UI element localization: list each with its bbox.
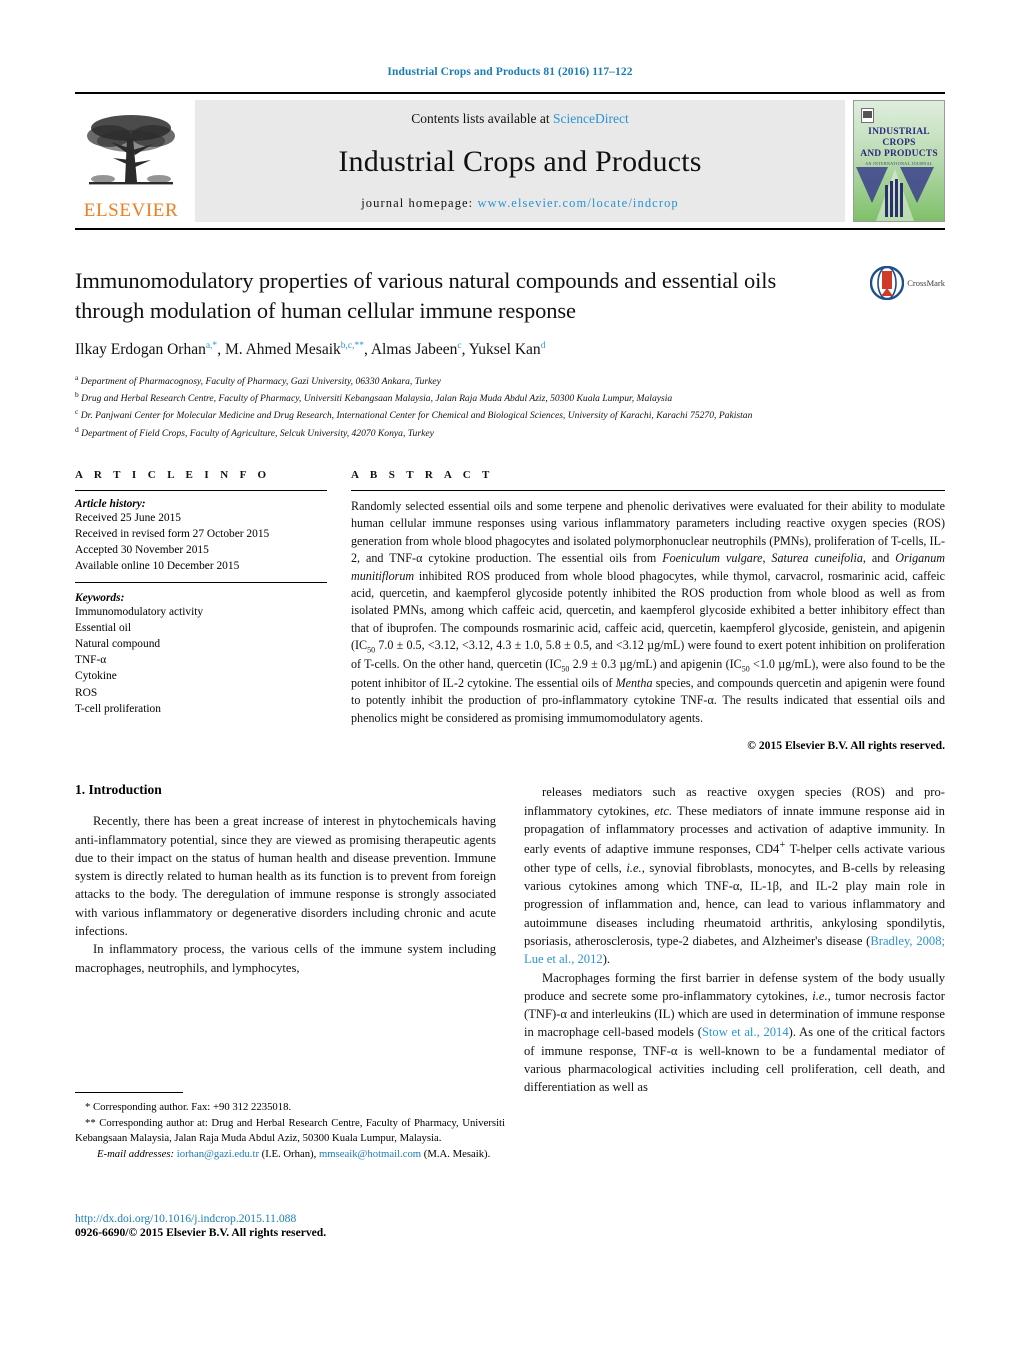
- issn-copyright: 0926-6690/© 2015 Elsevier B.V. All right…: [75, 1226, 327, 1239]
- affiliation-text-c: Dr. Panjwani Center for Molecular Medici…: [80, 410, 753, 422]
- abstract-copyright: © 2015 Elsevier B.V. All rights reserved…: [747, 739, 945, 753]
- body-column-right: releases mediators such as reactive oxyg…: [524, 782, 945, 1097]
- title-block: Immunomodulatory properties of various n…: [75, 266, 945, 360]
- history-received: Received 25 June 2015: [75, 511, 181, 524]
- keywords-label: Keywords:: [75, 591, 125, 604]
- footnote-rule: [75, 1092, 183, 1093]
- affiliation-marker-d: d: [75, 424, 79, 434]
- article-body: 1. Introduction Recently, there has been…: [75, 782, 945, 1097]
- keyword-item: T-cell proliferation: [75, 702, 161, 715]
- affiliation-d: d Department of Field Crops, Faculty of …: [75, 424, 945, 441]
- affiliation-marker-b: b: [75, 389, 79, 399]
- affiliation-c: c Dr. Panjwani Center for Molecular Medi…: [75, 406, 945, 423]
- keyword-item: TNF-α: [75, 654, 107, 667]
- affiliation-b: b Drug and Herbal Research Centre, Facul…: [75, 389, 945, 406]
- homepage-url-link[interactable]: www.elsevier.com/locate/indcrop: [478, 196, 679, 210]
- intro-paragraph-3: releases mediators such as reactive oxyg…: [524, 785, 946, 967]
- body-column-left: 1. Introduction Recently, there has been…: [75, 782, 496, 1097]
- masthead-center-panel: Contents lists available at ScienceDirec…: [195, 100, 845, 222]
- abstract-column: A B S T R A C T Randomly selected essent…: [351, 469, 945, 752]
- article-info-mid-rule: [75, 581, 327, 583]
- abstract-top-rule: [351, 489, 945, 491]
- affiliation-marker-a: a: [75, 372, 79, 382]
- elsevier-tree-icon: [87, 115, 175, 185]
- elsevier-wordmark: ELSEVIER: [83, 200, 179, 221]
- elsevier-logo: ELSEVIER: [75, 100, 187, 222]
- corresponding-author-note-1: * Corresponding author. Fax: +90 312 223…: [85, 1101, 292, 1113]
- email-link-orhan[interactable]: iorhan@gazi.edu.tr: [177, 1148, 259, 1160]
- sciencedirect-link[interactable]: ScienceDirect: [553, 111, 629, 126]
- affiliation-text-d: Department of Field Crops, Faculty of Ag…: [81, 427, 434, 439]
- article-history-label: Article history:: [75, 497, 146, 510]
- affiliation-text-b: Drug and Herbal Research Centre, Faculty…: [81, 393, 673, 405]
- cover-title-line1: INDUSTRIAL CROPS: [868, 127, 930, 148]
- cover-badge-icon: [861, 108, 874, 123]
- footnote-block: * Corresponding author. Fax: +90 312 223…: [75, 1092, 505, 1163]
- masthead-bottom-rule: [75, 228, 945, 230]
- contents-available-line: Contents lists available at ScienceDirec…: [411, 111, 628, 127]
- journal-masthead: ELSEVIER Contents lists available at Sci…: [75, 92, 945, 222]
- article-info-heading: A R T I C L E I N F O: [75, 468, 271, 481]
- email-link-mesaik[interactable]: mmseaik@hotmail.com: [319, 1148, 421, 1160]
- keyword-item: Immunomodulatory activity: [75, 605, 204, 618]
- crossmark-icon: [870, 266, 905, 300]
- keyword-item: Essential oil: [75, 621, 131, 634]
- doi-block: http://dx.doi.org/10.1016/j.indcrop.2015…: [75, 1212, 515, 1239]
- intro-paragraph-1: Recently, there has been a great increas…: [75, 814, 496, 939]
- intro-paragraph-4: Macrophages forming the first barrier in…: [524, 970, 945, 1095]
- contents-prefix: Contents lists available at: [411, 111, 553, 126]
- history-accepted: Accepted 30 November 2015: [75, 544, 209, 557]
- intro-paragraph-2: In inflammatory process, the various cel…: [75, 942, 496, 975]
- cover-artwork: [856, 167, 934, 221]
- running-head: Industrial Crops and Products 81 (2016) …: [387, 66, 633, 78]
- history-online: Available online 10 December 2015: [75, 560, 240, 573]
- abstract-heading: A B S T R A C T: [351, 468, 494, 481]
- email-label: E-mail addresses:: [97, 1147, 175, 1160]
- cover-title-line2: AND PRODUCTS: [860, 148, 938, 159]
- crossmark-label: CrossMark: [907, 278, 945, 288]
- affiliation-text-a: Department of Pharmacognosy, Faculty of …: [80, 375, 441, 387]
- journal-homepage-line: journal homepage: www.elsevier.com/locat…: [361, 196, 679, 211]
- email-note: E-mail addresses: iorhan@gazi.edu.tr (I.…: [75, 1147, 505, 1163]
- corresponding-author-note-2: ** Corresponding author at: Drug and Her…: [75, 1116, 505, 1145]
- article-info-column: A R T I C L E I N F O Article history: R…: [75, 469, 327, 752]
- info-and-abstract: A R T I C L E I N F O Article history: R…: [75, 469, 945, 752]
- journal-title: Industrial Crops and Products: [338, 144, 702, 178]
- keyword-item: Cytokine: [75, 670, 117, 683]
- abstract-text: Randomly selected essential oils and som…: [351, 498, 946, 725]
- email-owner-mesaik: (M.A. Mesaik).: [423, 1147, 491, 1160]
- journal-article-page: Industrial Crops and Products 81 (2016) …: [0, 0, 1020, 1351]
- homepage-label: journal homepage:: [361, 196, 474, 210]
- introduction-heading: 1. Introduction: [75, 782, 162, 798]
- affiliation-marker-c: c: [75, 407, 79, 417]
- history-revised: Received in revised form 27 October 2015: [75, 528, 270, 541]
- author-list: Ilkay Erdogan Orhana,*, M. Ahmed Mesaikb…: [75, 341, 546, 359]
- email-owner-orhan: (I.E. Orhan),: [261, 1147, 317, 1160]
- crossmark-badge[interactable]: CrossMark: [849, 266, 945, 360]
- page-title: Immunomodulatory properties of various n…: [75, 268, 777, 323]
- article-info-top-rule: [75, 489, 327, 491]
- keyword-item: ROS: [75, 686, 98, 699]
- affiliation-a: a Department of Pharmacognosy, Faculty o…: [75, 372, 945, 389]
- keyword-item: Natural compound: [75, 638, 161, 651]
- journal-cover-thumbnail: INDUSTRIAL CROPS AND PRODUCTS AN INTERNA…: [853, 100, 945, 222]
- affiliation-list: a Department of Pharmacognosy, Faculty o…: [75, 372, 945, 441]
- doi-link[interactable]: http://dx.doi.org/10.1016/j.indcrop.2015…: [75, 1212, 515, 1225]
